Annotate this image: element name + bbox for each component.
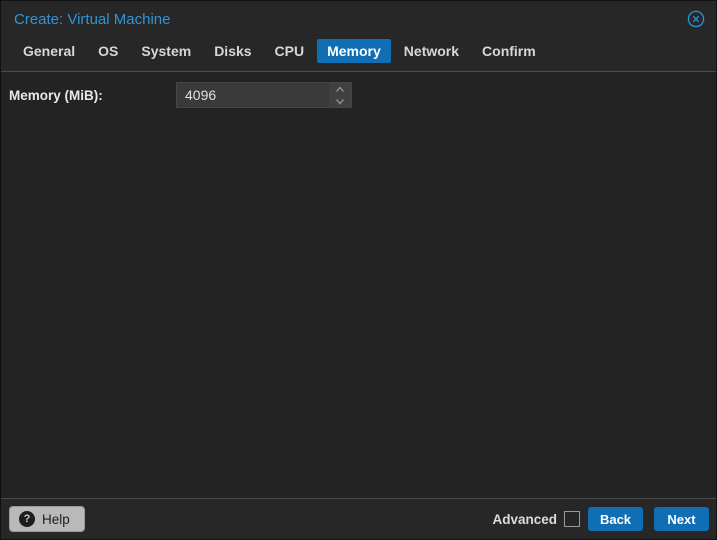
chevron-up-icon xyxy=(335,85,345,92)
help-button[interactable]: ? Help xyxy=(9,506,85,532)
tab-system-label: System xyxy=(141,43,192,59)
tab-cpu-label: CPU xyxy=(274,43,305,59)
tab-cpu[interactable]: CPU xyxy=(265,39,315,63)
help-button-label: Help xyxy=(42,511,70,527)
tab-network-label: Network xyxy=(403,43,460,59)
tab-memory[interactable]: Memory xyxy=(317,39,391,63)
dialog-titlebar: Create: Virtual Machine xyxy=(1,1,716,37)
memory-numberfield xyxy=(176,82,352,108)
close-icon[interactable] xyxy=(686,9,706,29)
create-vm-dialog: Create: Virtual Machine General OS Syste… xyxy=(0,0,717,540)
tab-os[interactable]: OS xyxy=(88,39,128,63)
spinner-down-button[interactable] xyxy=(329,95,351,107)
memory-input[interactable] xyxy=(177,83,351,107)
chevron-down-icon xyxy=(335,98,345,105)
tab-disks-label: Disks xyxy=(214,43,252,59)
spinner-up-button[interactable] xyxy=(329,83,351,95)
tab-system[interactable]: System xyxy=(131,39,201,63)
memory-spinner xyxy=(329,83,351,107)
dialog-title: Create: Virtual Machine xyxy=(14,10,171,28)
memory-tab-panel: Memory (MiB): xyxy=(1,71,716,499)
tab-disks[interactable]: Disks xyxy=(204,39,261,63)
question-mark-icon: ? xyxy=(19,511,35,527)
advanced-checkbox-label: Advanced xyxy=(492,511,557,527)
memory-field-label: Memory (MiB): xyxy=(9,87,103,103)
tab-general[interactable]: General xyxy=(13,39,85,63)
back-button[interactable]: Back xyxy=(588,507,643,531)
tab-os-label: OS xyxy=(98,43,119,59)
tab-confirm-label: Confirm xyxy=(482,43,536,59)
dialog-footer: ? Help Advanced Back Next xyxy=(1,499,716,539)
tab-network[interactable]: Network xyxy=(394,39,469,63)
footer-actions: Advanced Back Next xyxy=(492,507,709,531)
tab-memory-label: Memory xyxy=(327,43,381,59)
tab-general-label: General xyxy=(23,43,76,59)
next-button[interactable]: Next xyxy=(654,507,709,531)
memory-form-row: Memory (MiB): xyxy=(9,82,708,108)
tab-confirm[interactable]: Confirm xyxy=(472,39,546,63)
wizard-tabbar: General OS System Disks CPU Memory Netwo… xyxy=(1,37,716,71)
advanced-checkbox[interactable] xyxy=(564,511,580,527)
